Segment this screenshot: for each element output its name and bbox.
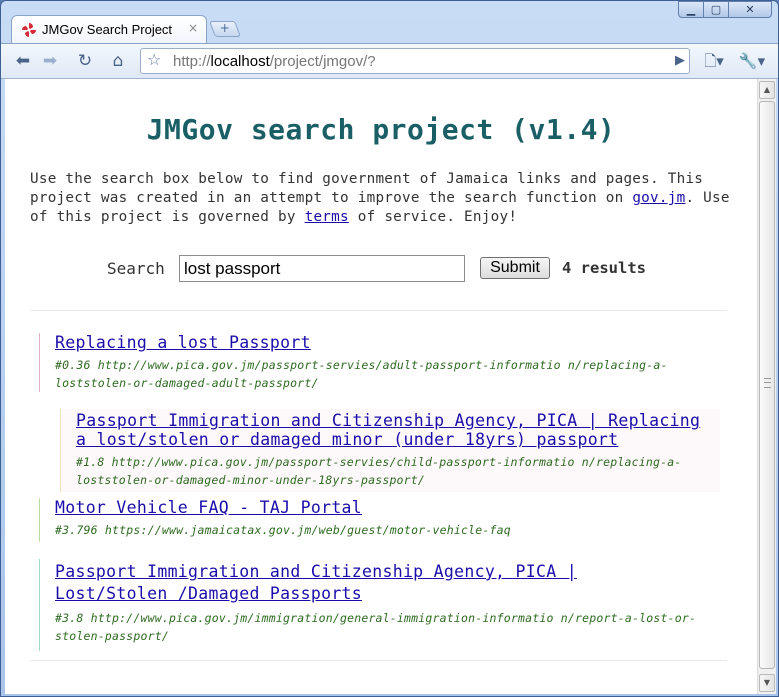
- result-3-url: #3.796 https://www.jamaicatax.gov.jm/web…: [55, 523, 511, 537]
- scroll-up-icon[interactable]: ▲: [759, 81, 775, 99]
- tab-close-icon[interactable]: ×: [188, 21, 198, 35]
- page-content: JMGov search project (v1.4) Use the sear…: [5, 79, 757, 694]
- url-host: localhost: [210, 53, 270, 70]
- vertical-scrollbar[interactable]: ▲ ▼: [757, 79, 776, 694]
- scroll-thumb[interactable]: [759, 101, 775, 669]
- result-2-title-link[interactable]: Passport Immigration and Citizenship Age…: [76, 411, 720, 449]
- tab-jmgov-search[interactable]: JMGov Search Project ×: [11, 15, 207, 43]
- divider-bottom: [30, 660, 727, 661]
- result-2-url: #1.8 http://www.pica.gov.jm/passport-ser…: [76, 455, 682, 487]
- star-icon[interactable]: ☆: [147, 50, 161, 69]
- reload-icon[interactable]: ↻: [73, 49, 97, 73]
- search-label: Search: [107, 259, 165, 278]
- page-menu-icon[interactable]: 🗋▾: [698, 49, 730, 73]
- url-path: /project/jmgov/?: [269, 53, 376, 70]
- browser-toolbar: ⬅ ➡ ↻ ⌂ ☆ http://localhost/project/jmgov…: [1, 43, 778, 79]
- tab-strip: JMGov Search Project × + ▁ ▢ ✕: [1, 1, 778, 43]
- forward-icon[interactable]: ➡: [38, 49, 62, 73]
- tab-title: JMGov Search Project: [42, 22, 173, 37]
- wrench-icon[interactable]: 🔧▾: [736, 49, 768, 73]
- result-4-title-link[interactable]: Passport Immigration and Citizenship Age…: [55, 561, 699, 605]
- result-1-title-link[interactable]: Replacing a lost Passport: [55, 333, 694, 352]
- minimize-button[interactable]: ▁: [678, 1, 704, 18]
- result-1: Replacing a lost Passport #0.36 http://w…: [39, 333, 694, 392]
- window-controls: ▁ ▢ ✕: [678, 1, 772, 19]
- maximize-button[interactable]: ▢: [703, 1, 729, 18]
- browser-window: JMGov Search Project × + ▁ ▢ ✕ ⬅ ➡ ↻ ⌂ ☆…: [0, 0, 779, 697]
- result-count: 4 results: [562, 259, 646, 277]
- plus-icon: +: [219, 21, 230, 35]
- address-bar[interactable]: ☆ http://localhost/project/jmgov/? ▶: [140, 48, 690, 74]
- scroll-down-icon[interactable]: ▼: [759, 674, 775, 692]
- result-3-title-link[interactable]: Motor Vehicle FAQ - TAJ Portal: [55, 498, 694, 517]
- new-tab-button[interactable]: +: [209, 21, 241, 37]
- result-4: Passport Immigration and Citizenship Age…: [39, 559, 699, 651]
- submit-button[interactable]: Submit: [480, 257, 550, 279]
- go-icon[interactable]: ▶: [675, 53, 685, 68]
- result-3: Motor Vehicle FAQ - TAJ Portal #3.796 ht…: [39, 498, 694, 542]
- back-icon[interactable]: ⬅: [11, 49, 35, 73]
- grip-icon: [764, 378, 771, 388]
- result-2: Passport Immigration and Citizenship Age…: [60, 409, 720, 492]
- terms-link[interactable]: terms: [305, 209, 349, 225]
- url-scheme: http://: [173, 53, 211, 70]
- intro-part-3: of service. Enjoy!: [348, 209, 518, 225]
- intro-text: Use the search box below to find governm…: [30, 170, 735, 227]
- address-url[interactable]: http://localhost/project/jmgov/?: [173, 53, 376, 70]
- divider-top: [30, 310, 727, 311]
- close-window-button[interactable]: ✕: [728, 1, 772, 18]
- result-4-url: #3.8 http://www.pica.gov.jm/immigration/…: [55, 611, 697, 643]
- result-1-url: #0.36 http://www.pica.gov.jm/passport-se…: [55, 358, 668, 390]
- pinwheel-icon: [22, 23, 36, 37]
- home-icon[interactable]: ⌂: [106, 49, 130, 73]
- search-input[interactable]: [179, 255, 465, 282]
- gov-jm-link[interactable]: gov.jm: [632, 190, 685, 206]
- page-title: JMGov search project (v1.4): [146, 113, 616, 146]
- intro-part-1: Use the search box below to find governm…: [30, 171, 704, 206]
